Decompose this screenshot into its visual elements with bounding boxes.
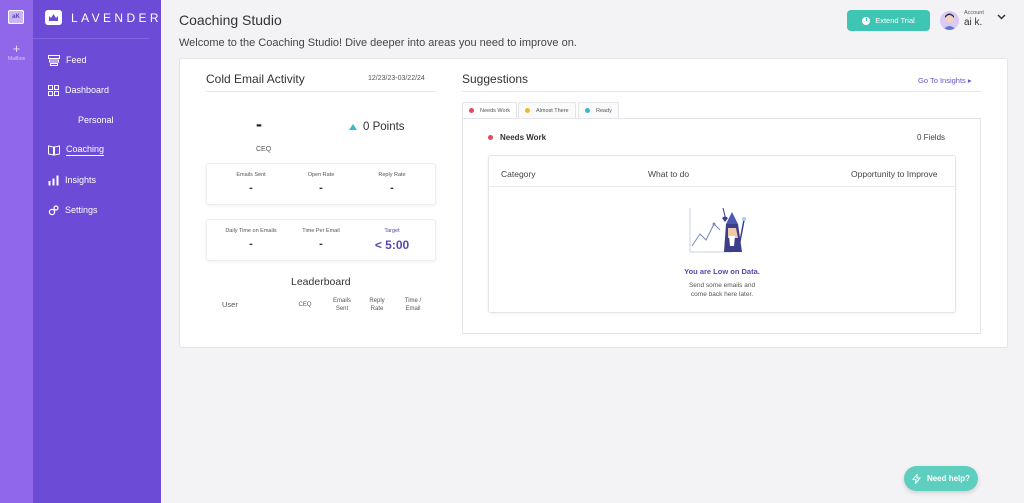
- sidebar-item-label: Settings: [65, 205, 98, 215]
- workspace-avatar[interactable]: aK: [8, 10, 24, 24]
- workspace-rail: aK + Mailbox: [0, 0, 33, 503]
- suggestions-divider: [462, 91, 982, 92]
- fields-count: 0 Fields: [917, 133, 946, 142]
- stat-value: -: [319, 182, 323, 194]
- extend-trial-label: Extend Trial: [875, 16, 915, 25]
- chevron-down-icon[interactable]: [997, 14, 1006, 20]
- suggestions-title: Suggestions: [462, 72, 529, 86]
- table-header-divider: [489, 186, 955, 187]
- tab-label: Ready: [596, 107, 612, 114]
- empty-state-message: Send some emails and come back here late…: [620, 281, 824, 299]
- activity-divider: [206, 91, 436, 92]
- stat-label: Open Rate: [307, 172, 335, 178]
- feed-icon: [48, 54, 60, 66]
- activity-title: Cold Email Activity: [206, 72, 305, 86]
- column-header-category: Category: [501, 169, 536, 179]
- account-name[interactable]: ai k.: [964, 17, 982, 28]
- stat-label: Emails Sent: [236, 172, 266, 178]
- triangle-up-icon: [349, 124, 357, 130]
- stat-open-rate: Open Rate -: [286, 172, 356, 194]
- tab-almost-there[interactable]: Almost There: [518, 102, 576, 118]
- lightning-icon: [911, 473, 921, 484]
- lavender-logo-icon: [45, 10, 62, 25]
- tab-ready[interactable]: Ready: [578, 102, 619, 118]
- stat-label: Target: [384, 228, 400, 234]
- insights-icon: [48, 175, 59, 185]
- yellow-dot-icon: [525, 108, 530, 113]
- sidebar-item-personal[interactable]: Personal: [78, 112, 114, 128]
- stat-target: Target < 5:00: [357, 228, 427, 252]
- stat-label: Reply Rate: [378, 172, 406, 178]
- points-value: 0 Points: [363, 121, 405, 133]
- column-header-opportunity: Opportunity to Improve: [851, 169, 938, 179]
- clock-icon: [862, 16, 871, 25]
- leaderboard-column-header[interactable]: User: [222, 301, 238, 309]
- sidebar: LAVENDER Feed Dashboard Personal Coachin…: [33, 0, 161, 503]
- leaderboard-column-header[interactable]: CEQ: [293, 301, 317, 309]
- ceq-value: -: [256, 114, 262, 134]
- needs-work-heading: Needs Work: [488, 133, 546, 142]
- stat-time-per-email: Time Per Email -: [286, 228, 356, 250]
- extend-trial-button[interactable]: Extend Trial: [847, 10, 930, 31]
- column-header-what-to-do: What to do: [648, 169, 690, 179]
- sidebar-item-feed[interactable]: Feed: [48, 52, 87, 68]
- stat-value: -: [249, 238, 253, 250]
- leaderboard-title: Leaderboard: [291, 276, 351, 288]
- go-to-insights-link[interactable]: Go To Insights ▸: [918, 76, 972, 85]
- stat-label: Time Per Email: [302, 228, 340, 234]
- red-dot-icon: [469, 108, 474, 113]
- account-label: Account: [964, 10, 984, 16]
- add-mailbox-icon[interactable]: +: [0, 42, 33, 55]
- need-help-label: Need help?: [926, 474, 971, 483]
- stat-daily-time: Daily Time on Emails -: [216, 228, 286, 250]
- tab-label: Needs Work: [480, 107, 511, 114]
- sidebar-item-coaching[interactable]: Coaching: [48, 142, 105, 158]
- need-help-button[interactable]: Need help?: [904, 466, 978, 491]
- stat-value: -: [249, 182, 253, 194]
- points-indicator: 0 Points: [349, 121, 405, 133]
- stat-emails-sent: Emails Sent -: [216, 172, 286, 194]
- empty-state-title: You are Low on Data.: [684, 267, 760, 276]
- needs-work-label: Needs Work: [500, 133, 547, 142]
- sidebar-item-label: Insights: [65, 175, 97, 185]
- leaderboard-column-header[interactable]: Time / Email: [400, 297, 426, 313]
- sidebar-divider: [33, 38, 149, 39]
- email-stats-box: Emails Sent - Open Rate - Reply Rate -: [206, 163, 436, 205]
- sidebar-item-dashboard[interactable]: Dashboard: [48, 82, 109, 98]
- page-title: Coaching Studio: [179, 12, 282, 28]
- sidebar-item-settings[interactable]: Settings: [48, 202, 98, 218]
- tab-needs-work[interactable]: Needs Work: [462, 102, 518, 118]
- settings-icon: [48, 204, 59, 215]
- stat-value: -: [319, 238, 323, 250]
- brand[interactable]: LAVENDER: [45, 10, 162, 25]
- avatar[interactable]: [940, 11, 959, 30]
- empty-state-line: Send some emails and: [688, 282, 756, 289]
- time-stats-box: Daily Time on Emails - Time Per Email - …: [206, 219, 436, 261]
- sidebar-item-label: Personal: [78, 115, 114, 125]
- sidebar-item-insights[interactable]: Insights: [48, 172, 96, 188]
- page-subtitle: Welcome to the Coaching Studio! Dive dee…: [179, 37, 577, 49]
- ceq-label: CEQ: [256, 146, 272, 153]
- red-dot-icon: [488, 135, 493, 140]
- stat-label: Daily Time on Emails: [225, 228, 277, 234]
- sidebar-item-label: Coaching: [66, 144, 105, 156]
- sidebar-item-label: Dashboard: [65, 85, 110, 95]
- tab-label: Almost There: [536, 107, 569, 114]
- empty-state-line: come back here later.: [690, 291, 754, 298]
- stat-value: < 5:00: [374, 238, 410, 252]
- sidebar-item-label: Feed: [66, 55, 87, 65]
- brand-name: LAVENDER: [71, 10, 162, 25]
- leaderboard-column-header[interactable]: Reply Rate: [365, 297, 389, 313]
- coaching-icon: [48, 144, 60, 156]
- wizard-illustration-icon: [689, 207, 746, 253]
- leaderboard-column-header[interactable]: Emails Sent: [330, 297, 354, 313]
- dashboard-icon: [48, 84, 59, 96]
- add-mailbox-label[interactable]: Mailbox: [0, 56, 33, 62]
- teal-dot-icon: [585, 108, 590, 113]
- date-range[interactable]: 12/23/23-03/22/24: [368, 75, 425, 82]
- stat-value: -: [390, 182, 394, 194]
- stat-reply-rate: Reply Rate -: [357, 172, 427, 194]
